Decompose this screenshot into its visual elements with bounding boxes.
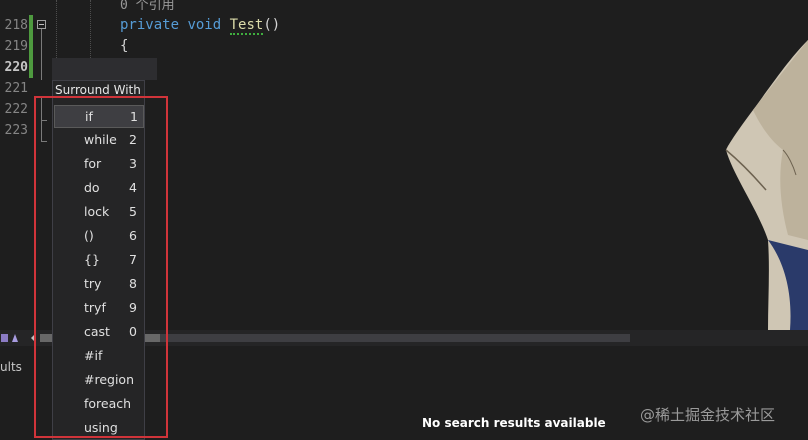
menu-item-if-directive[interactable]: #if <box>54 345 144 368</box>
menu-item-label: () <box>84 228 94 243</box>
background-character-image <box>725 40 808 330</box>
menu-item-shortcut: 7 <box>129 252 137 267</box>
menu-item-try[interactable]: try 8 <box>54 273 144 296</box>
fold-tick <box>41 120 47 121</box>
menu-item-foreach[interactable]: foreach <box>54 393 144 416</box>
keyword: void <box>187 17 222 33</box>
empty-results-message: No search results available <box>422 416 606 430</box>
menu-item-shortcut: 2 <box>129 132 137 147</box>
menu-item-region[interactable]: #region <box>54 369 144 392</box>
panel-tab-results[interactable]: ults <box>0 360 22 374</box>
menu-item-label: using <box>84 420 118 435</box>
current-line-highlight <box>52 58 157 80</box>
pen-icon[interactable] <box>0 332 10 344</box>
line-number-gutter: 218 219 220 221 222 223 <box>0 0 30 330</box>
scroll-left-icon[interactable] <box>28 332 38 344</box>
line-number: 223 <box>4 123 28 138</box>
menu-title: Surround With <box>55 83 141 97</box>
indent-guide <box>56 0 57 58</box>
codelens-references[interactable]: 0 个引用 <box>120 0 175 16</box>
menu-item-shortcut: 9 <box>129 300 137 315</box>
menu-item-shortcut: 8 <box>129 276 137 291</box>
method-name: Test <box>229 17 264 35</box>
change-indicator-bar <box>29 15 33 78</box>
menu-item-label: for <box>84 156 102 171</box>
menu-item-while[interactable]: while 2 <box>54 129 144 152</box>
menu-item-if[interactable]: if 1 <box>54 105 144 128</box>
menu-item-label: cast <box>84 324 110 339</box>
menu-item-for[interactable]: for 3 <box>54 153 144 176</box>
menu-item-label: try <box>84 276 102 291</box>
menu-item-shortcut: 6 <box>129 228 137 243</box>
line-number: 222 <box>4 102 28 117</box>
menu-item-label: while <box>84 132 117 147</box>
menu-item-shortcut: 1 <box>130 109 138 124</box>
line-number: 219 <box>4 39 28 54</box>
menu-item-do[interactable]: do 4 <box>54 177 144 200</box>
menu-item-shortcut: 0 <box>129 324 137 339</box>
fold-tick <box>41 141 47 142</box>
keyword: private <box>120 17 180 33</box>
menu-item-tryf[interactable]: tryf 9 <box>54 297 144 320</box>
menu-item-using[interactable]: using <box>54 417 144 440</box>
menu-item-shortcut: 4 <box>129 180 137 195</box>
menu-item-label: lock <box>84 204 110 219</box>
line-number-current: 220 <box>4 60 28 75</box>
collapse-icon[interactable] <box>37 20 46 29</box>
menu-item-label: #if <box>84 348 103 363</box>
brush-icon[interactable] <box>10 332 20 344</box>
menu-item-braces[interactable]: {} 7 <box>54 249 144 272</box>
menu-item-label: do <box>84 180 100 195</box>
surround-with-menu[interactable]: Surround With if 1 while 2 for 3 do 4 lock 5 … <box>52 80 145 440</box>
menu-item-label: foreach <box>84 396 132 411</box>
indent-guide <box>90 0 91 58</box>
menu-item-lock[interactable]: lock 5 <box>54 201 144 224</box>
menu-item-shortcut: 5 <box>129 204 137 219</box>
line-number: 218 <box>4 18 28 33</box>
menu-item-parens[interactable]: () 6 <box>54 225 144 248</box>
line-number: 221 <box>4 81 28 96</box>
menu-item-cast[interactable]: cast 0 <box>54 321 144 344</box>
menu-item-label: {} <box>84 252 100 267</box>
menu-item-label: if <box>85 109 93 124</box>
code-line-219[interactable]: { <box>120 36 128 57</box>
watermark-text: @稀土掘金技术社区 <box>640 406 776 424</box>
parentheses: () <box>263 17 281 33</box>
menu-item-shortcut: 3 <box>129 156 137 171</box>
menu-item-label: #region <box>84 372 135 387</box>
fold-line <box>41 29 42 80</box>
code-line-218[interactable]: private void Test() <box>120 15 280 36</box>
menu-item-label: tryf <box>84 300 106 315</box>
